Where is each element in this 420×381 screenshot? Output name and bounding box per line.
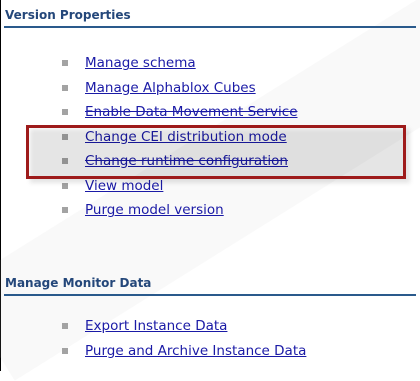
square-bullet-icon [62,84,68,91]
square-bullet-icon [62,347,68,354]
list-item: Change runtime configuration [62,149,298,174]
square-bullet-icon [62,133,68,140]
list-item: Purge and Archive Instance Data [62,339,306,364]
version-properties-link-list: Manage schema Manage Alphablox Cubes Ena… [62,51,298,223]
change-cei-distribution-mode-link[interactable]: Change CEI distribution mode [85,129,287,145]
square-bullet-icon [62,60,68,67]
manage-schema-link[interactable]: Manage schema [85,55,196,71]
section-title-manage-monitor-data: Manage Monitor Data [5,276,152,290]
page-left-border [0,0,1,371]
enable-data-movement-service-link[interactable]: Enable Data Movement Service [85,104,298,120]
square-bullet-icon [62,109,68,116]
square-bullet-icon [62,323,68,330]
list-item: Export Instance Data [62,314,306,339]
purge-model-version-link[interactable]: Purge model version [85,202,224,218]
square-bullet-icon [62,158,68,165]
export-instance-data-link[interactable]: Export Instance Data [85,318,227,334]
section-title-version-properties: Version Properties [5,8,131,22]
list-item: Manage Alphablox Cubes [62,76,298,101]
change-runtime-configuration-link[interactable]: Change runtime configuration [85,153,288,169]
section-divider [4,26,416,28]
list-item: Change CEI distribution mode [62,125,298,150]
square-bullet-icon [62,207,68,214]
list-item: Manage schema [62,51,298,76]
manage-monitor-data-link-list: Export Instance Data Purge and Archive I… [62,314,306,363]
square-bullet-icon [62,182,68,189]
list-item: Enable Data Movement Service [62,100,298,125]
purge-and-archive-instance-data-link[interactable]: Purge and Archive Instance Data [85,343,306,359]
manage-alphablox-cubes-link[interactable]: Manage Alphablox Cubes [85,80,256,96]
list-item: Purge model version [62,198,298,223]
list-item: View model [62,174,298,199]
view-model-link[interactable]: View model [85,178,163,194]
section-divider [4,294,416,296]
